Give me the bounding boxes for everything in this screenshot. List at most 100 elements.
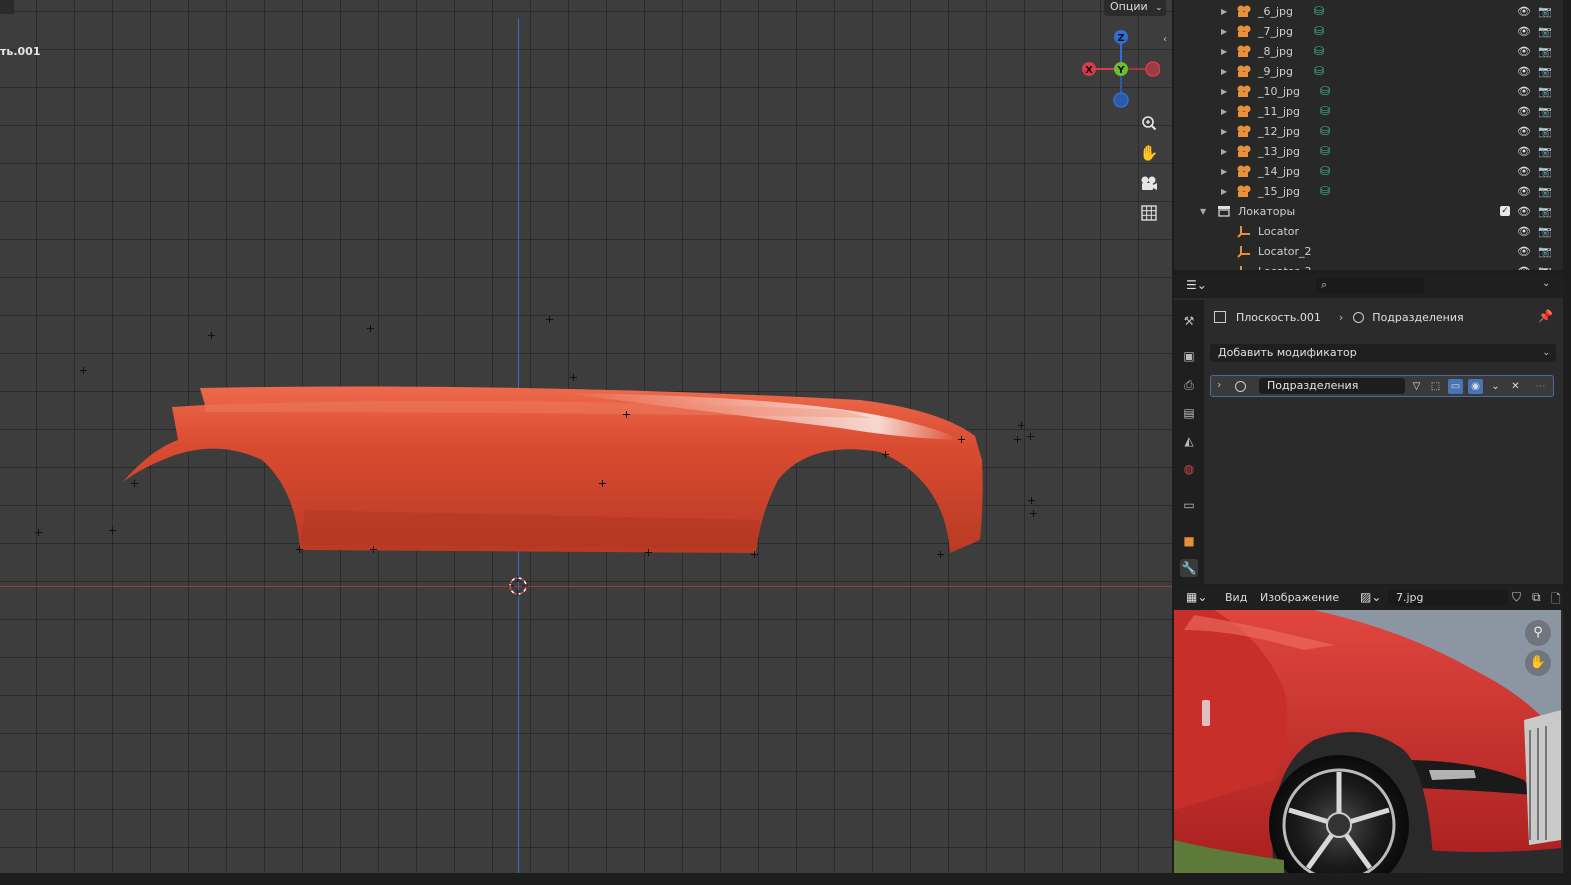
outliner-image-row[interactable]: ▶ _9_jpg ⛁ 👁 📷 <box>1174 61 1563 81</box>
eye-icon[interactable]: 👁 <box>1517 165 1531 178</box>
render-camera-icon[interactable]: 📷 <box>1538 25 1552 38</box>
outliner-locator-row[interactable]: Locator_3 👁 📷 <box>1174 261 1563 270</box>
3d-cursor-icon[interactable] <box>508 576 528 596</box>
render-camera-icon[interactable]: 📷 <box>1538 45 1552 58</box>
object-tab-icon[interactable]: ■ <box>1180 532 1198 550</box>
locator-marker[interactable] <box>937 551 944 558</box>
world-tab-icon[interactable]: ◍ <box>1180 460 1198 478</box>
new-image-icon[interactable]: 🗋 <box>1551 590 1561 611</box>
locator-marker[interactable] <box>1014 436 1021 443</box>
eye-icon[interactable]: 👁 <box>1517 85 1531 98</box>
eye-icon[interactable]: 👁 <box>1517 225 1531 238</box>
outliner[interactable]: ▶ _6_jpg ⛁ 👁 📷 ▶ _7_jpg ⛁ 👁 📷 ▶ _8_jpg ⛁ 👁 📷 ▶ _9_jpg ⛁ 👁 📷… <box>1174 0 1563 270</box>
eye-icon[interactable]: 👁 <box>1517 5 1531 18</box>
properties-search-input[interactable]: ⌕ <box>1316 278 1424 294</box>
eye-icon[interactable]: 👁 <box>1517 245 1531 258</box>
duplicate-icon[interactable]: ⧉ <box>1532 590 1541 605</box>
scene-tab-icon[interactable]: ◭ <box>1180 432 1198 450</box>
locator-marker[interactable] <box>370 546 377 553</box>
realtime-display-icon[interactable]: ▭ <box>1448 379 1463 394</box>
locator-marker[interactable] <box>367 325 374 332</box>
render-tab-icon[interactable]: ▣ <box>1180 347 1198 365</box>
render-camera-icon[interactable]: 📷 <box>1538 85 1552 98</box>
render-camera-icon[interactable]: 📷 <box>1538 185 1552 198</box>
expand-arrow-icon[interactable]: ▶ <box>1221 7 1227 16</box>
eye-icon[interactable]: 👁 <box>1517 185 1531 198</box>
outliner-image-row[interactable]: ▶ _12_jpg ⛁ 👁 📷 <box>1174 121 1563 141</box>
image-name-field[interactable]: 7.jpg <box>1388 589 1508 606</box>
render-camera-icon[interactable]: ◉ <box>1468 379 1483 394</box>
locator-marker[interactable] <box>35 529 42 536</box>
render-camera-icon[interactable]: 📷 <box>1538 105 1552 118</box>
locator-marker[interactable] <box>623 411 630 418</box>
eye-icon[interactable]: 👁 <box>1517 45 1531 58</box>
expand-arrow-icon[interactable]: ▶ <box>1221 107 1227 116</box>
pin-icon[interactable]: 📌 <box>1538 309 1553 323</box>
chevron-down-icon[interactable]: ⌄ <box>1542 278 1550 289</box>
locator-marker[interactable] <box>546 316 553 323</box>
outliner-collection-row[interactable]: ▼ Локаторы ✓ 👁 📷 <box>1174 201 1563 221</box>
add-modifier-dropdown[interactable]: Добавить модификатор ⌄ <box>1210 344 1556 362</box>
expand-arrow-icon[interactable]: ▶ <box>1221 167 1227 176</box>
outliner-locator-row[interactable]: Locator_2 👁 📷 <box>1174 241 1563 261</box>
reference-photo[interactable]: ⚲ ✋ <box>1174 610 1561 873</box>
render-camera-icon[interactable]: 📷 <box>1538 225 1552 238</box>
expand-arrow-icon[interactable]: ▶ <box>1221 87 1227 96</box>
locator-marker[interactable] <box>131 480 138 487</box>
render-camera-icon[interactable]: 📷 <box>1538 65 1552 78</box>
modifier-panel[interactable]: › Подразделения ▽ ⬚ ▭ ◉ ⌄ ✕ ⋯ <box>1210 375 1554 397</box>
outliner-image-row[interactable]: ▶ _7_jpg ⛁ 👁 📷 <box>1174 21 1563 41</box>
collection-tab-icon[interactable]: ▭ <box>1180 496 1198 514</box>
locator-marker[interactable] <box>296 546 303 553</box>
expand-arrow-icon[interactable]: ▶ <box>1221 47 1227 56</box>
view-layer-tab-icon[interactable]: ▤ <box>1180 404 1198 422</box>
modifier-name-field[interactable]: Подразделения <box>1259 378 1405 394</box>
eye-icon[interactable]: 👁 <box>1517 105 1531 118</box>
render-camera-icon[interactable]: 📷 <box>1538 265 1552 271</box>
expand-arrow-icon[interactable]: ▶ <box>1221 67 1227 76</box>
render-camera-icon[interactable]: 📷 <box>1538 5 1552 18</box>
expand-arrow-icon[interactable]: ▶ <box>1221 187 1227 196</box>
outliner-image-row[interactable]: ▶ _10_jpg ⛁ 👁 📷 <box>1174 81 1563 101</box>
eye-icon[interactable]: 👁 <box>1517 205 1531 218</box>
outliner-image-row[interactable]: ▶ _13_jpg ⛁ 👁 📷 <box>1174 141 1563 161</box>
menu-image[interactable]: Изображение <box>1260 591 1339 604</box>
edit-mode-icon[interactable]: ⬚ <box>1428 379 1443 394</box>
eye-icon[interactable]: 👁 <box>1517 25 1531 38</box>
chevron-down-icon[interactable]: ⌄ <box>1488 379 1503 394</box>
on-cage-icon[interactable]: ▽ <box>1409 379 1424 394</box>
locator-marker[interactable] <box>1030 510 1037 517</box>
outliner-image-row[interactable]: ▶ _6_jpg ⛁ 👁 📷 <box>1174 1 1563 21</box>
expand-arrow-icon[interactable]: ▶ <box>1221 127 1227 136</box>
locator-marker[interactable] <box>958 436 965 443</box>
menu-view[interactable]: Вид <box>1225 591 1247 604</box>
eye-icon[interactable]: 👁 <box>1517 265 1531 271</box>
outliner-image-row[interactable]: ▶ _11_jpg ⛁ 👁 📷 <box>1174 101 1563 121</box>
locator-marker[interactable] <box>1018 422 1025 429</box>
locator-marker[interactable] <box>109 527 116 534</box>
locator-marker[interactable] <box>1027 433 1034 440</box>
3d-viewport[interactable]: ть.001 Опции ⌄ ‹ Z X Y ✋ <box>0 0 1172 873</box>
expand-arrow-icon[interactable]: ▶ <box>1221 27 1227 36</box>
eye-icon[interactable]: 👁 <box>1517 125 1531 138</box>
zoom-icon[interactable]: ⚲ <box>1525 620 1551 646</box>
modifier-tab-icon[interactable]: 🔧 <box>1180 559 1198 577</box>
render-camera-icon[interactable]: 📷 <box>1538 165 1552 178</box>
expand-arrow-icon[interactable]: › <box>1217 378 1221 391</box>
eye-icon[interactable]: 👁 <box>1517 65 1531 78</box>
outliner-image-row[interactable]: ▶ _15_jpg ⛁ 👁 📷 <box>1174 181 1563 201</box>
expand-arrow-icon[interactable]: ▶ <box>1221 147 1227 156</box>
collection-exclude-checkbox[interactable]: ✓ <box>1500 206 1510 216</box>
render-camera-icon[interactable]: 📷 <box>1538 205 1552 218</box>
locator-marker[interactable] <box>80 367 87 374</box>
render-camera-icon[interactable]: 📷 <box>1538 145 1552 158</box>
fake-user-icon[interactable]: ⛉ <box>1512 590 1521 605</box>
drag-handle-icon[interactable]: ⋯ <box>1533 379 1548 394</box>
outliner-locator-row[interactable]: Locator 👁 📷 <box>1174 221 1563 241</box>
render-camera-icon[interactable]: 📷 <box>1538 245 1552 258</box>
render-camera-icon[interactable]: 📷 <box>1538 125 1552 138</box>
close-icon[interactable]: ✕ <box>1508 379 1523 394</box>
locator-marker[interactable] <box>882 451 889 458</box>
image-browse-icon[interactable]: ▨⌄ <box>1360 590 1381 604</box>
locator-marker[interactable] <box>599 480 606 487</box>
